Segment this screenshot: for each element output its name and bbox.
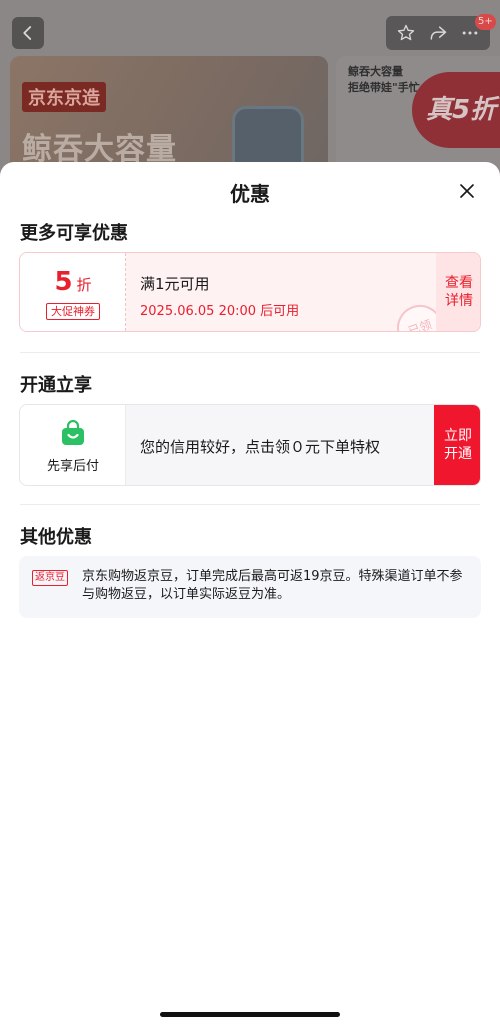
pay-later-description: 您的信用较好，点击领０元下单特权: [140, 438, 381, 456]
close-icon: [460, 184, 474, 198]
section-title-more-discounts: 更多可享优惠: [20, 223, 128, 244]
coupon-value-area: 5折 大促神券: [20, 253, 126, 331]
coupon-card[interactable]: 5折 大促神券 满1元可用 2025.06.05 20:00 后可用 已领 查看…: [19, 252, 481, 332]
coupon-condition: 满1元可用: [140, 275, 210, 293]
coupon-discount: 5折: [20, 267, 126, 297]
side-banner-text: 鲸吞大容量 拒绝带娃"手忙: [348, 65, 420, 94]
rebate-tag: 返京豆: [32, 570, 68, 586]
divider: [20, 352, 480, 353]
pay-later-card[interactable]: 先享后付 您的信用较好，点击领０元下单特权 立即 开通: [19, 404, 481, 486]
coupon-discount-unit: 折: [76, 276, 92, 294]
star-icon[interactable]: [396, 23, 416, 43]
brand-label: 京东京造: [22, 82, 106, 112]
coupon-tag: 大促神券: [46, 303, 100, 320]
chevron-left-icon: [23, 26, 32, 40]
discount-sheet: 优惠 更多可享优惠 5折 大促神券 满1元可用 2025.06.05 20:00…: [0, 162, 500, 1028]
pay-later-label: 先享后付: [46, 459, 99, 474]
back-button[interactable]: [12, 17, 44, 49]
home-indicator[interactable]: [160, 1012, 340, 1017]
coupon-valid-time: 2025.06.05 20:00 后可用: [140, 304, 300, 319]
section-title-open-enjoy: 开通立享: [20, 375, 92, 396]
discount-badge: 真5折: [412, 72, 500, 148]
activate-now-button[interactable]: 立即 开通: [434, 405, 480, 485]
share-icon[interactable]: [428, 23, 448, 43]
message-count-badge: 5+: [475, 14, 496, 30]
sheet-title: 优惠: [230, 182, 270, 206]
close-button[interactable]: [455, 179, 479, 203]
rebate-description: 京东购物返京豆，订单完成后最高可返19京豆。特殊渠道订单不参与购物返豆，以订单实…: [82, 569, 463, 602]
pay-later-brand: 先享后付: [20, 405, 126, 485]
shopping-bag-icon: [62, 420, 84, 445]
coupon-discount-number: 5: [54, 267, 73, 297]
jd-bean-rebate-info: 返京豆 京东购物返京豆，订单完成后最高可返19京豆。特殊渠道订单不参与购物返豆，…: [19, 556, 481, 618]
divider: [20, 504, 480, 505]
view-details-button[interactable]: 查看 详情: [436, 253, 480, 331]
section-title-other: 其他优惠: [20, 527, 92, 548]
